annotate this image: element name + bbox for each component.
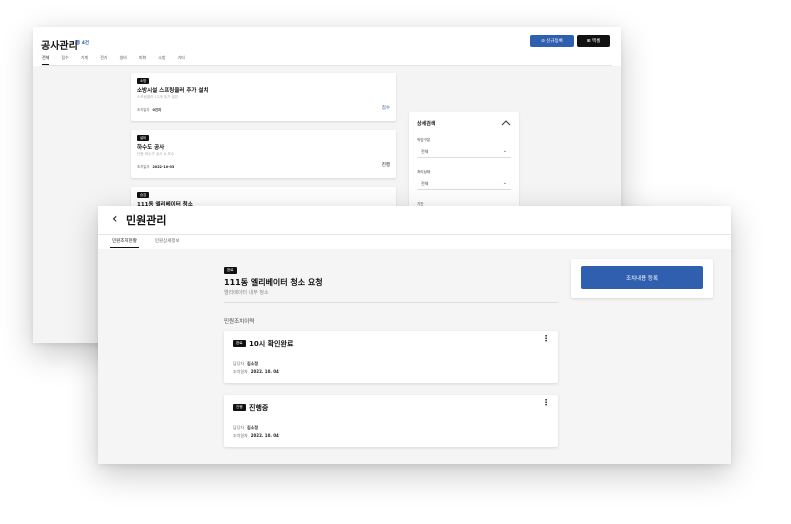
status-badge: 완료 <box>233 340 246 347</box>
manager-line: 담당자 김소정 <box>233 425 259 430</box>
card-subtitle: 단층 하수구 공사 & 보수 <box>137 152 175 156</box>
page-title: 공사관리 <box>41 41 78 52</box>
excel-button[interactable]: ⊞ 엑셀 <box>577 35 610 47</box>
status-label: 처리상태 <box>417 170 431 174</box>
card-subtitle: 스프링클러 12개 추가 설치 <box>137 95 179 99</box>
card-date-line: 조치일자 2022-10-03 <box>137 165 175 169</box>
history-title: 진행중 <box>249 404 269 412</box>
complaint-subtitle: 엘리베이터 내부 청소 <box>224 290 269 296</box>
list-item[interactable]: 설비 하수도 공사 단층 하수구 공사 & 보수 조치일자 2022-10-03 … <box>131 130 396 178</box>
tab-action-status[interactable]: 민원조치현황 <box>110 235 139 248</box>
tab-fire[interactable]: 소방 <box>158 55 165 65</box>
total-count: 총 4건 <box>76 41 89 46</box>
tab-all[interactable]: 전체 <box>42 55 50 65</box>
page-title: 민원관리 <box>126 214 167 227</box>
card-title: 하수도 공사 <box>137 145 165 151</box>
chevron-down-icon: ⌄ <box>502 148 507 154</box>
tab-electric[interactable]: 전기 <box>100 55 107 65</box>
card-title: 소방시설 스프링클러 추가 설치 <box>137 88 209 94</box>
tab-reception[interactable]: 접수 <box>61 55 68 65</box>
work-type-select[interactable]: 전체 ⌄ <box>417 146 511 158</box>
history-item[interactable]: 완료 10시 확인완료 ⋮ 담당자 김소정 조치일자 2022. 10. 04 <box>224 331 558 383</box>
history-item[interactable]: 진행 진행중 ⋮ 담당자 김소정 조치일자 2022. 10. 04 <box>224 395 558 447</box>
chevron-down-icon: ⌄ <box>502 180 507 186</box>
date-line: 조치일자 2022. 10. 04 <box>233 369 279 374</box>
category-badge: 소방 <box>137 78 150 84</box>
section-title: 민원조치이력 <box>224 319 255 325</box>
tab-etc[interactable]: 기타 <box>178 55 185 65</box>
status-badge: 진행 <box>381 163 390 168</box>
status-select[interactable]: 전체 ⌄ <box>417 178 511 190</box>
list-item[interactable]: 소방 소방시설 스프링클러 추가 설치 스프링클러 12개 추가 설치 조치일자… <box>131 73 396 121</box>
manager-line: 담당자 김소정 <box>233 361 259 366</box>
more-icon[interactable]: ⋮ <box>542 399 550 407</box>
category-tabs: 전체 접수 기계 전기 설비 미화 소방 기타 <box>42 55 612 66</box>
status-badge: 진행 <box>233 404 246 411</box>
register-button[interactable]: ⊘ 신규등록 <box>530 35 574 47</box>
card-date-line: 조치일자 0건지 <box>137 108 162 112</box>
history-title: 10시 확인완료 <box>249 340 294 348</box>
category-badge: 설비 <box>137 135 150 141</box>
complaint-title: 111동 엘리베이터 청소 요청 <box>224 278 323 287</box>
status-badge: 접수 <box>381 106 390 111</box>
divider <box>224 302 558 303</box>
register-action-button[interactable]: 조치내용 등록 <box>581 266 703 289</box>
status-badge: 완료 <box>224 267 237 274</box>
complaint-window: ‹ 민원관리 민원조치현황 민원상세정보 완료 111동 엘리베이터 청소 요청… <box>98 206 731 464</box>
header: ‹ 민원관리 <box>98 206 731 235</box>
chevron-up-icon[interactable] <box>501 118 511 128</box>
more-icon[interactable]: ⋮ <box>542 335 550 343</box>
tab-machine[interactable]: 기계 <box>81 55 88 65</box>
tab-cleaning[interactable]: 미화 <box>139 55 146 65</box>
main-content: 완료 111동 엘리베이터 청소 요청 엘리베이터 내부 청소 민원조치이력 완… <box>98 249 731 464</box>
date-line: 조치일자 2022. 10. 04 <box>233 433 279 438</box>
tab-detail-info[interactable]: 민원상세정보 <box>153 235 182 248</box>
action-panel: 조치내용 등록 <box>571 259 713 298</box>
back-arrow-icon[interactable]: ‹ <box>112 211 118 227</box>
tab-facility[interactable]: 설비 <box>120 55 127 65</box>
work-type-label: 작업구분 <box>417 138 431 142</box>
category-badge: 승강 <box>137 192 150 198</box>
detail-tabs: 민원조치현황 민원상세정보 <box>110 235 196 248</box>
filter-title: 상세검색 <box>417 121 436 127</box>
